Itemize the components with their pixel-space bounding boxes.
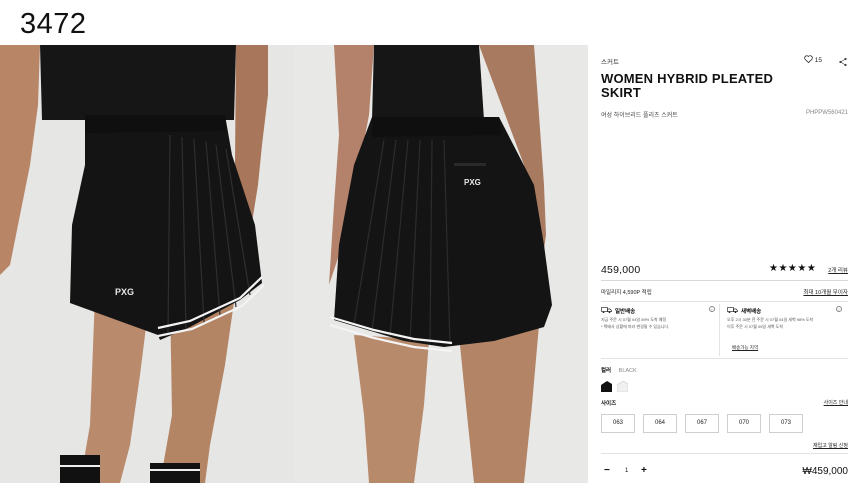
size-label: 사이즈 (601, 401, 617, 407)
product-info-panel: 스커트 15 WOMEN HYBRID PLEATED SKIRT 여성 하이브… (601, 45, 848, 483)
color-row: 컬러 BLACK (601, 366, 637, 374)
quantity-value[interactable]: 1 (625, 468, 628, 474)
reviews-link[interactable]: 2개 리뷰 (828, 266, 848, 274)
truck-icon (601, 306, 612, 316)
standard-shipping-line1: 지금 주문 시 07월 04일 89% 도착 예정 (601, 317, 667, 322)
wishlist-button[interactable]: 15 (804, 55, 822, 65)
dawn-shipping-line2: 이후 주문 시 07월 05일 새벽 도착 (727, 324, 784, 329)
restock-alert-link[interactable]: 재입고 알림 신청 (813, 442, 848, 449)
delivery-area-link[interactable]: 배송가능 지역 (732, 345, 758, 351)
standard-shipping-box: 일반배송 i 지금 주문 시 07월 04일 89% 도착 예정 * 택배사 상… (601, 304, 720, 356)
product-price: 459,000 (601, 264, 641, 276)
size-option-064[interactable]: 064 (643, 414, 677, 433)
category-breadcrumb[interactable]: 스커트 (601, 56, 619, 66)
size-option-070[interactable]: 070 (727, 414, 761, 433)
installment-link[interactable]: 최대 10개월 무이자 (803, 288, 848, 296)
product-title: WOMEN HYBRID PLEATED SKIRT (601, 71, 774, 100)
pxg-logo-front: PXG (115, 287, 134, 297)
dawn-shipping-line1: 오후 2시 30분 전 주문 시 07월 04일 새벽 98% 도착 (727, 317, 814, 322)
share-icon[interactable] (838, 54, 848, 67)
info-icon[interactable]: i (836, 306, 842, 312)
quantity-decrease-button[interactable]: − (604, 466, 610, 476)
size-guide-link[interactable]: 사이즈 안내 (824, 399, 848, 406)
product-image-front[interactable]: PXG (0, 45, 294, 483)
product-subtitle: 여성 하이브리드 플리츠 스커트 (601, 113, 678, 119)
screenshot-index: 3472 (20, 8, 87, 40)
color-swatch-black[interactable] (601, 379, 612, 392)
divider (601, 301, 848, 302)
pxg-logo-back: PXG (464, 178, 481, 187)
mileage-text: 마일리지 4,590P 적립 (601, 290, 652, 296)
dawn-shipping-box: 새벽배송 i 오후 2시 30분 전 주문 시 07월 04일 새벽 98% 도… (727, 304, 846, 356)
divider (601, 453, 848, 454)
quantity-increase-button[interactable]: + (641, 466, 647, 476)
standard-shipping-line2: * 택배사 상황에 따라 변경될 수 있습니다. (601, 324, 670, 329)
divider (601, 358, 848, 359)
total-price: ₩459,000 (802, 466, 848, 477)
divider (601, 280, 848, 281)
product-image-back[interactable]: PXG (294, 45, 588, 483)
heart-icon (804, 55, 813, 65)
rating-stars: ★★★★★ (769, 263, 817, 274)
dawn-truck-icon (727, 306, 738, 316)
info-icon[interactable]: i (709, 306, 715, 312)
color-value: BLACK (618, 368, 637, 374)
standard-shipping-title: 일반배송 (615, 309, 636, 315)
color-swatch-white[interactable] (616, 379, 629, 393)
wishlist-count: 15 (814, 56, 822, 64)
product-code: PHPPW560421 (805, 110, 848, 116)
dawn-shipping-title: 새벽배송 (741, 309, 762, 315)
size-option-067[interactable]: 067 (685, 414, 719, 433)
size-option-063[interactable]: 063 (601, 414, 635, 433)
color-label: 컬러 (601, 368, 612, 374)
size-option-073[interactable]: 073 (769, 414, 803, 433)
